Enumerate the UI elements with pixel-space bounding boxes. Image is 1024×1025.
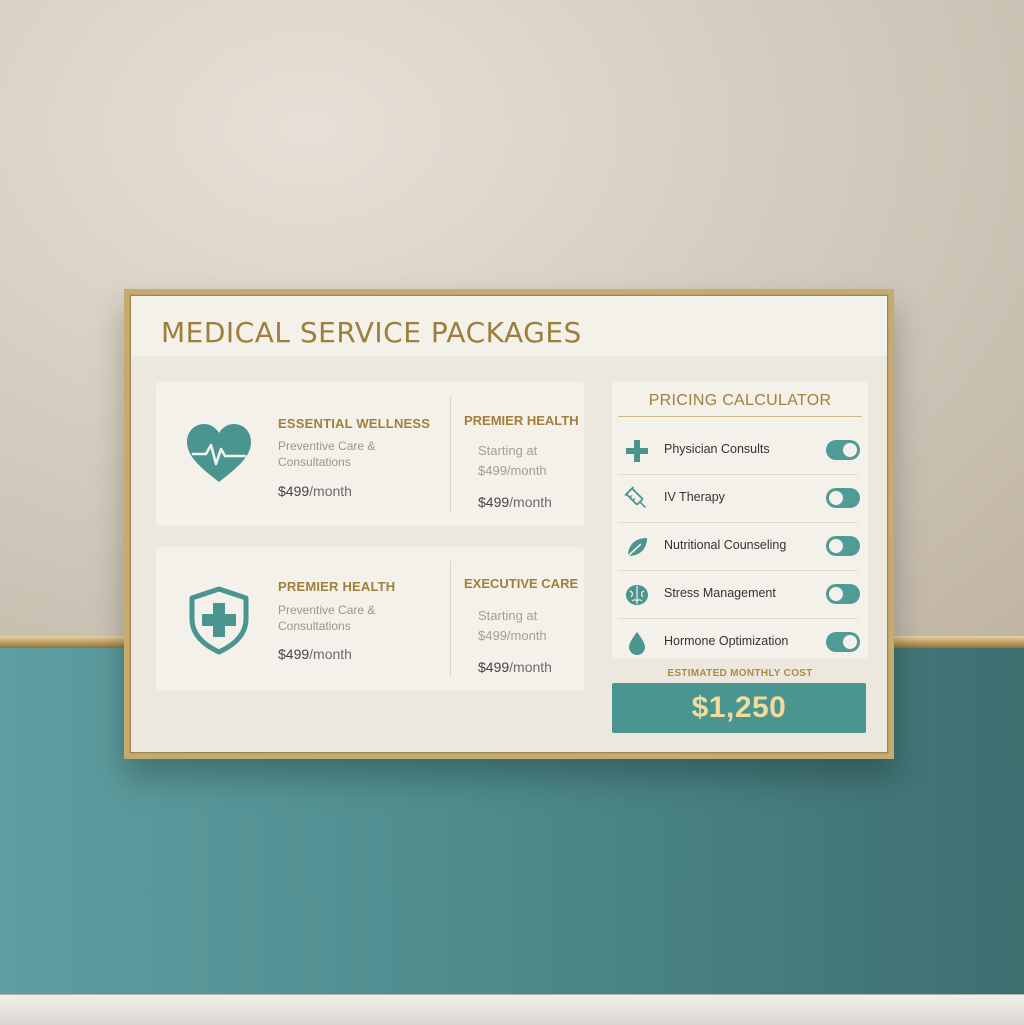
- toggle-knob: [829, 491, 843, 505]
- package-card-essential-wellness[interactable]: ESSENTIAL WELLNESS Preventive Care & Con…: [156, 382, 584, 526]
- package-description: Preventive Care & Consultations: [278, 439, 376, 469]
- toggle-stress-management[interactable]: [826, 584, 860, 604]
- display-frame: MEDICAL SERVICE PACKAGES ESSENTIAL WELLN…: [124, 289, 894, 759]
- toggle-iv-therapy[interactable]: [826, 488, 860, 508]
- toggle-physician-consults[interactable]: [826, 440, 860, 460]
- price-amount: $499: [478, 494, 510, 510]
- heart-pulse-icon: [187, 424, 251, 482]
- option-label: Stress Management: [664, 586, 776, 600]
- estimate-label: ESTIMATED MONTHLY COST: [667, 668, 813, 679]
- toggle-hormone-optimization[interactable]: [826, 632, 860, 652]
- card-divider: [450, 396, 451, 512]
- package-description: Preventive Care & Consultations: [278, 603, 376, 633]
- option-nutritional-counseling[interactable]: Nutritional Counseling: [618, 522, 860, 571]
- price-unit: /month: [309, 646, 352, 662]
- side-price: $499/month: [478, 659, 552, 675]
- option-physician-consults[interactable]: Physician Consults: [618, 426, 860, 475]
- brain-icon: [626, 585, 648, 605]
- estimate-box: $1,250: [612, 683, 866, 733]
- option-label: Hormone Optimization: [664, 634, 789, 648]
- side-starting-price: Starting at $499/month: [478, 443, 547, 478]
- package-card-premier-health[interactable]: PREMIER HEALTH Preventive Care & Consult…: [156, 547, 584, 691]
- screen: MEDICAL SERVICE PACKAGES ESSENTIAL WELLN…: [130, 295, 888, 753]
- floor-baseboard: [0, 994, 1024, 1025]
- toggle-knob: [829, 587, 843, 601]
- calculator-title: PRICING CALCULATOR: [648, 392, 832, 409]
- option-hormone-optimization[interactable]: Hormone Optimization: [618, 618, 860, 666]
- side-price: $499/month: [478, 494, 552, 510]
- package-price: $499/month: [278, 483, 352, 499]
- option-stress-management[interactable]: Stress Management: [618, 570, 860, 619]
- package-name: PREMIER HEALTH: [278, 579, 396, 594]
- toggle-knob: [843, 443, 857, 457]
- package-price: $499/month: [278, 646, 352, 662]
- price-unit: /month: [309, 483, 352, 499]
- syringe-icon: [624, 486, 647, 509]
- leaf-icon: [627, 538, 647, 557]
- toggle-knob: [829, 539, 843, 553]
- page-title: MEDICAL SERVICE PACKAGES: [161, 316, 582, 349]
- option-label: Physician Consults: [664, 442, 770, 456]
- price-unit: /month: [509, 494, 552, 510]
- medical-cross-icon: [626, 440, 648, 462]
- price-amount: $499: [278, 483, 310, 499]
- price-amount: $499: [478, 659, 510, 675]
- title-divider: [618, 416, 862, 417]
- package-name: ESSENTIAL WELLNESS: [278, 416, 431, 431]
- pricing-calculator: PRICING CALCULATOR Physician Consults IV…: [612, 382, 868, 658]
- card-divider: [450, 561, 451, 677]
- price-amount: $499: [278, 646, 310, 662]
- toggle-knob: [843, 635, 857, 649]
- side-package-name: EXECUTIVE CARE: [464, 576, 579, 591]
- estimate-value: $1,250: [691, 691, 787, 724]
- option-label: IV Therapy: [664, 490, 725, 504]
- price-unit: /month: [509, 659, 552, 675]
- option-iv-therapy[interactable]: IV Therapy: [618, 474, 860, 523]
- shield-cross-icon: [189, 586, 249, 655]
- toggle-nutritional-counseling[interactable]: [826, 536, 860, 556]
- option-label: Nutritional Counseling: [664, 538, 787, 552]
- page-header: MEDICAL SERVICE PACKAGES: [131, 296, 887, 356]
- side-package-name: PREMIER HEALTH: [464, 413, 579, 428]
- side-starting-price: Starting at $499/month: [478, 608, 547, 643]
- droplet-icon: [629, 632, 645, 655]
